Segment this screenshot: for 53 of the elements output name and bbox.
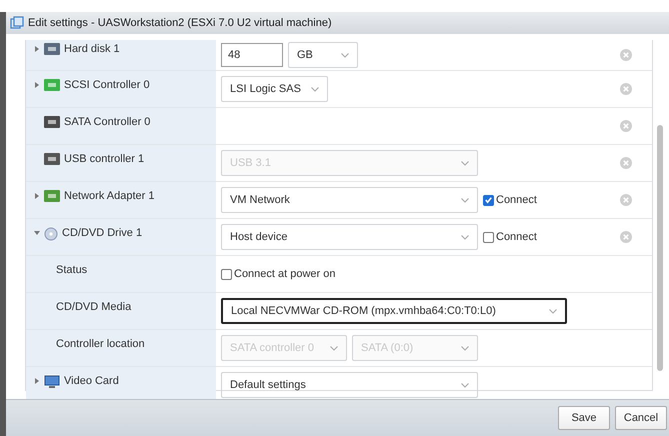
remove-icon[interactable] bbox=[620, 231, 632, 243]
chevron-icon bbox=[461, 346, 469, 350]
expand-arrow-icon[interactable] bbox=[34, 378, 40, 384]
device-label: SCSI Controller 0 bbox=[64, 79, 150, 91]
remove-icon[interactable] bbox=[620, 194, 632, 206]
chevron-icon bbox=[461, 382, 469, 388]
device-icon bbox=[44, 79, 60, 91]
chevron-icon bbox=[310, 86, 319, 92]
remove-icon[interactable] bbox=[620, 49, 632, 61]
scrollbar-thumb[interactable] bbox=[657, 125, 663, 371]
expand-arrow-icon[interactable] bbox=[34, 46, 40, 52]
chevron-icon bbox=[549, 308, 557, 314]
remove-icon[interactable] bbox=[620, 157, 632, 169]
chevron-icon bbox=[461, 198, 469, 202]
dropdown[interactable]: GB bbox=[288, 42, 358, 68]
size-input[interactable]: 48 bbox=[221, 43, 283, 67]
chevron-icon bbox=[461, 160, 469, 166]
chevron-icon bbox=[341, 52, 349, 58]
dialog-button[interactable]: Save bbox=[558, 406, 610, 430]
tick-icon bbox=[484, 195, 493, 205]
disc-icon bbox=[44, 227, 58, 241]
dialog-button[interactable]: Cancel bbox=[615, 406, 667, 430]
chevron-icon bbox=[330, 346, 338, 350]
device-label: Status bbox=[56, 264, 88, 276]
device-icon bbox=[44, 43, 60, 55]
checkbox[interactable]: Connect bbox=[483, 231, 537, 243]
expand-arrow-icon[interactable] bbox=[34, 193, 40, 199]
device-label: Controller location bbox=[56, 338, 145, 350]
dropdown[interactable]: Host device bbox=[221, 224, 478, 250]
monitor-icon bbox=[44, 375, 60, 389]
checkbox[interactable]: Connect bbox=[483, 194, 537, 206]
chevron-icon bbox=[461, 234, 469, 240]
dropdown[interactable]: Default settings bbox=[221, 372, 478, 398]
device-icon bbox=[44, 190, 60, 202]
remove-icon[interactable] bbox=[620, 83, 632, 95]
device-icon bbox=[44, 116, 60, 128]
window-icon bbox=[10, 16, 24, 30]
window-title: Edit settings - UASWorkstation2 (ESXi 7.0 U2 virtual machine) bbox=[28, 17, 332, 29]
dropdown[interactable]: VM Network bbox=[221, 187, 478, 213]
dropdown[interactable]: LSI Logic SAS bbox=[221, 76, 328, 102]
device-label: CD/DVD Drive 1 bbox=[62, 227, 142, 239]
device-label: CD/DVD Media bbox=[56, 301, 132, 313]
device-icon bbox=[44, 153, 60, 165]
device-label: Network Adapter 1 bbox=[64, 190, 154, 202]
remove-icon[interactable] bbox=[620, 120, 632, 132]
device-label: Hard disk 1 bbox=[64, 43, 120, 55]
expand-arrow-icon[interactable] bbox=[34, 82, 40, 88]
expand-arrow-icon[interactable] bbox=[34, 230, 40, 236]
device-label: SATA Controller 0 bbox=[64, 116, 150, 128]
dropdown[interactable]: Local NECVMWar CD-ROM (mpx.vmhba64:C0:T0:L0) bbox=[221, 298, 567, 324]
device-label: Video Card bbox=[64, 375, 119, 387]
device-label: USB controller 1 bbox=[64, 153, 144, 165]
checkbox[interactable]: Connect at power on bbox=[221, 268, 336, 280]
